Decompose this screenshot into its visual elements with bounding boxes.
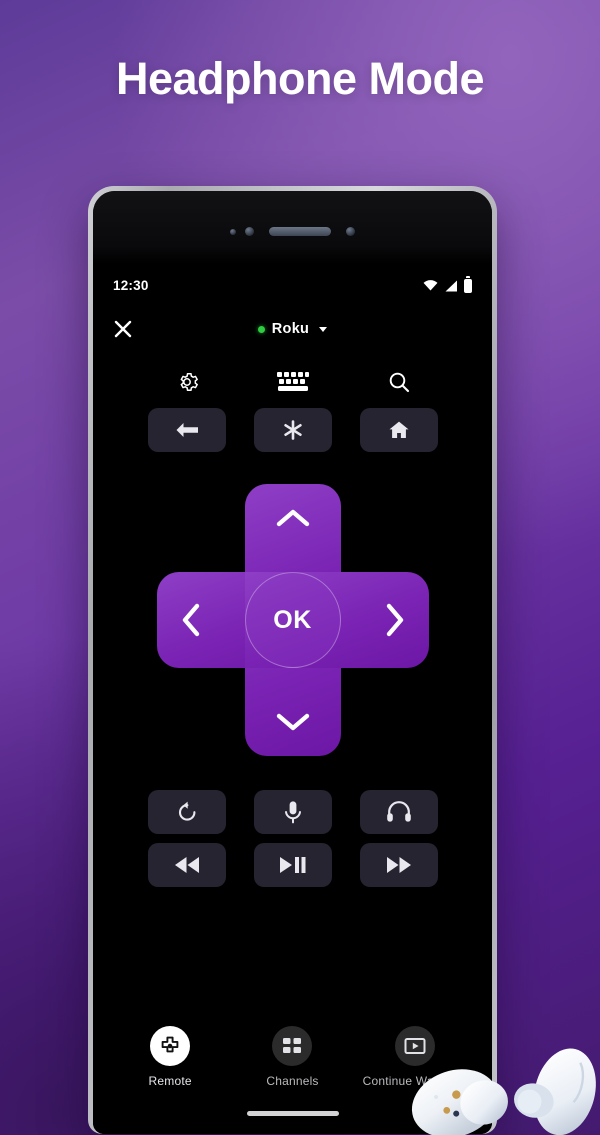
- grid-icon: [283, 1038, 302, 1053]
- media-key-row-1: [93, 790, 492, 834]
- bottom-navigation: Remote Channels Continue Watching: [93, 1026, 492, 1088]
- page-title: Headphone Mode: [115, 53, 485, 104]
- top-icon-row: [93, 365, 492, 399]
- settings-button[interactable]: [148, 365, 226, 399]
- microphone-icon: [284, 801, 301, 824]
- back-button[interactable]: [147, 408, 226, 452]
- phone-mockup: 12:30 Roku OK Remote Channels Continue W…: [88, 186, 497, 1134]
- media-key-row-2: [93, 843, 492, 887]
- keyboard-icon: [276, 372, 309, 391]
- dpad: OK: [156, 484, 429, 756]
- home-icon: [389, 421, 408, 438]
- play-pause-icon: [279, 857, 305, 873]
- dpad-icon: [161, 1036, 179, 1053]
- phone-sensor-strip: [93, 191, 492, 264]
- nav-remote[interactable]: Remote: [111, 1026, 229, 1088]
- dpad-ok-button[interactable]: OK: [244, 572, 341, 668]
- fast-forward-button[interactable]: [359, 843, 438, 887]
- battery-icon: [464, 275, 472, 293]
- nav-key-row: [93, 408, 492, 452]
- cell-signal-icon: [445, 280, 457, 291]
- nav-channels-circle: [272, 1026, 313, 1066]
- home-button[interactable]: [359, 408, 438, 452]
- search-icon: [389, 372, 409, 393]
- status-bar-time: 12:30: [113, 278, 149, 293]
- rewind-icon: [174, 857, 199, 873]
- wifi-icon: [423, 280, 438, 291]
- headphones-icon: [386, 801, 411, 822]
- nav-channels[interactable]: Channels: [233, 1026, 351, 1088]
- proximity-sensor-icon: [346, 227, 355, 236]
- device-selector[interactable]: Roku: [257, 321, 328, 337]
- play-box-icon: [404, 1038, 426, 1054]
- nav-continue-watching-circle: [394, 1026, 435, 1066]
- play-pause-button[interactable]: [253, 843, 332, 887]
- instant-replay-button[interactable]: [147, 790, 226, 834]
- settings-icon: [180, 373, 198, 391]
- earpiece-speaker-icon: [269, 227, 331, 236]
- status-bar: 12:30: [93, 264, 492, 293]
- front-camera-icon: [245, 227, 254, 236]
- nav-continue-watching[interactable]: Continue Watching: [356, 1026, 474, 1088]
- dpad-wrapper: OK: [93, 484, 492, 756]
- nav-channels-label: Channels: [266, 1074, 319, 1088]
- keyboard-button[interactable]: [254, 365, 332, 399]
- device-status-dot: [257, 325, 265, 333]
- nav-remote-label: Remote: [148, 1074, 192, 1088]
- options-star-button[interactable]: [253, 408, 332, 452]
- search-button[interactable]: [360, 365, 438, 399]
- device-bar: Roku: [93, 307, 492, 351]
- chevron-down-icon: [319, 326, 328, 332]
- sensor-dot-icon: [230, 228, 236, 235]
- asterisk-icon: [283, 420, 302, 440]
- phone-screen: 12:30 Roku OK Remote Channels Continue W…: [93, 264, 492, 1134]
- home-indicator[interactable]: [246, 1111, 339, 1116]
- fast-forward-icon: [386, 857, 411, 873]
- nav-remote-circle: [150, 1026, 191, 1066]
- replay-icon: [178, 801, 195, 821]
- device-name: Roku: [271, 321, 310, 337]
- nav-continue-watching-label: Continue Watching: [362, 1074, 467, 1088]
- headphone-mode-button[interactable]: [359, 790, 438, 834]
- phone-bezel: 12:30 Roku OK Remote Channels Continue W…: [93, 191, 492, 1134]
- rewind-button[interactable]: [147, 843, 226, 887]
- voice-search-button[interactable]: [253, 790, 332, 834]
- status-bar-icons: [423, 275, 472, 293]
- back-arrow-icon: [176, 423, 198, 437]
- close-icon[interactable]: [112, 318, 134, 340]
